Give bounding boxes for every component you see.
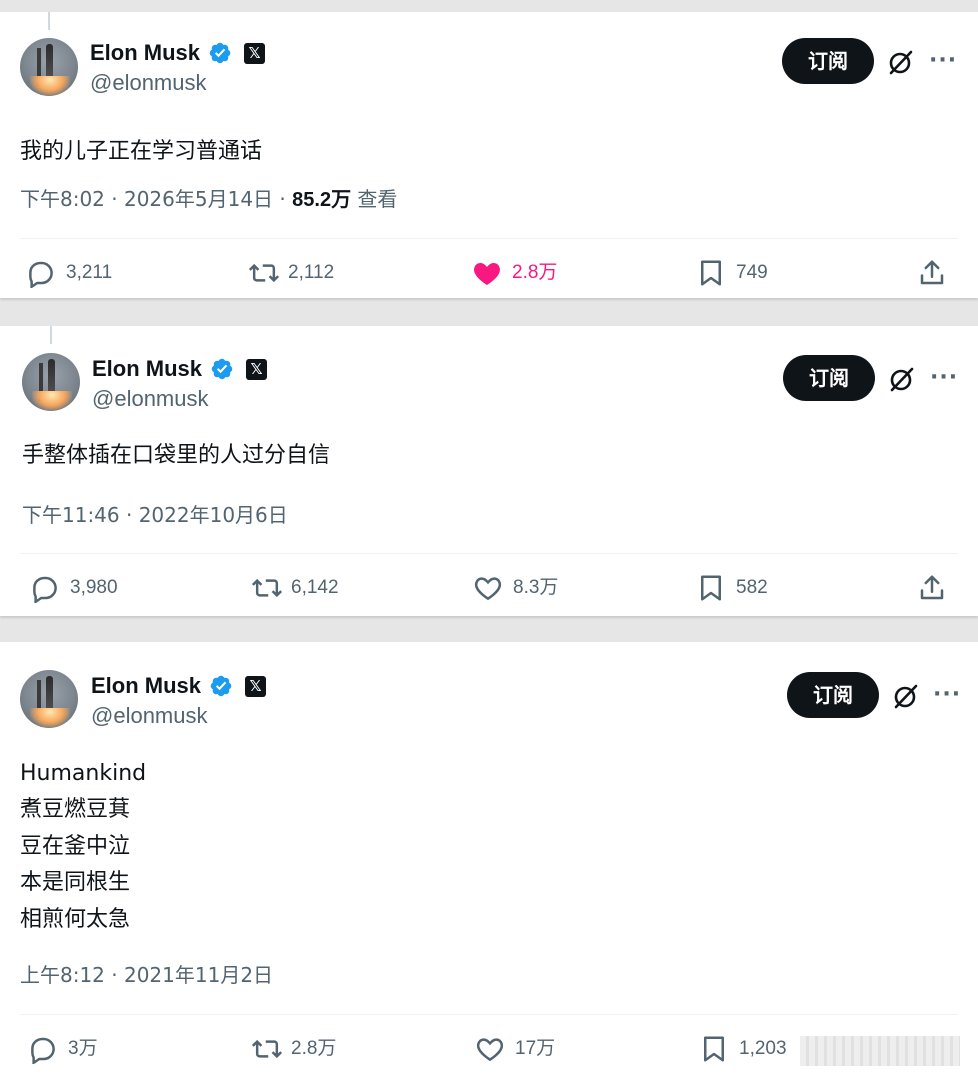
tweet-text: 手整体插在口袋里的人过分自信	[22, 443, 331, 468]
bookmark-button[interactable]: 582	[696, 573, 806, 603]
tweet-text-line: 煮豆燃豆萁	[20, 797, 131, 822]
repost-count: 2.8万	[291, 1038, 337, 1059]
avatar[interactable]	[20, 38, 78, 96]
tweet-time[interactable]: 下午8:02 · 2026年5月14日 ·	[20, 187, 292, 211]
repost-icon	[251, 1039, 283, 1059]
tweet-text-line: Humankind	[20, 761, 147, 786]
avatar[interactable]	[22, 353, 80, 411]
divider	[20, 553, 958, 554]
tweet-text-line: 豆在釜中泣	[20, 834, 131, 859]
verified-badge-icon	[209, 42, 231, 64]
bookmark-count: 1,203	[739, 1038, 787, 1059]
reply-icon	[31, 1037, 55, 1064]
share-icon[interactable]	[917, 573, 947, 603]
repost-button[interactable]: 2.8万	[251, 1034, 361, 1064]
bookmark-button[interactable]: 1,203	[699, 1034, 809, 1064]
heart-icon	[476, 1038, 504, 1062]
reply-button[interactable]: 3,980	[30, 573, 140, 603]
more-icon[interactable]: ···	[933, 684, 961, 706]
verified-badge-icon	[211, 358, 233, 380]
bookmark-icon	[701, 575, 721, 601]
bookmark-count: 749	[736, 262, 768, 283]
reply-count: 3,211	[66, 262, 113, 283]
grok-icon[interactable]	[889, 366, 915, 392]
author-handle[interactable]: @elonmusk	[91, 703, 208, 729]
author-handle[interactable]: @elonmusk	[92, 386, 209, 412]
like-button[interactable]: 17万	[475, 1034, 585, 1064]
repost-icon	[251, 578, 283, 598]
author-handle[interactable]: @elonmusk	[90, 70, 207, 96]
tweet-stack: Elon Musk 𝕏 @elonmusk 订阅 ··· 我的儿子正在学习普通话…	[0, 0, 978, 1081]
watermark-overlay	[800, 1036, 960, 1066]
tweet-meta: 下午11:46 · 2022年10月6日	[22, 502, 288, 528]
reply-count: 3,980	[70, 577, 118, 598]
like-button[interactable]: 2.8万	[472, 258, 582, 288]
thread-line	[48, 12, 50, 30]
author-name[interactable]: Elon Musk	[91, 673, 201, 699]
reply-icon	[33, 576, 57, 603]
like-count: 2.8万	[512, 262, 558, 283]
share-icon[interactable]	[917, 258, 947, 288]
reply-icon	[29, 261, 53, 288]
reply-button[interactable]: 3万	[28, 1034, 138, 1064]
views-label: 查看	[351, 187, 398, 211]
tweet-time[interactable]: 上午8:12 · 2021年11月2日	[20, 963, 273, 987]
tweet-text-line: 相煎何太急	[20, 907, 131, 932]
reply-count: 3万	[68, 1038, 98, 1059]
verified-badge-icon	[210, 675, 232, 697]
bookmark-count: 582	[736, 577, 768, 598]
tweet-text: 我的儿子正在学习普通话	[20, 139, 263, 164]
thread-line	[50, 326, 52, 344]
tweet-meta: 上午8:12 · 2021年11月2日	[20, 962, 273, 988]
subscribe-button[interactable]: 订阅	[787, 672, 879, 718]
x-logo-icon: 𝕏	[245, 676, 266, 697]
divider	[20, 1014, 958, 1015]
tweet-meta: 下午8:02 · 2026年5月14日 · 85.2万 查看	[20, 186, 397, 213]
heart-icon	[474, 577, 502, 601]
like-button[interactable]: 8.3万	[473, 573, 583, 603]
repost-count: 2,112	[288, 262, 335, 283]
tweet-time[interactable]: 下午11:46 · 2022年10月6日	[22, 503, 288, 527]
reply-button[interactable]: 3,211	[26, 258, 136, 288]
subscribe-button[interactable]: 订阅	[783, 355, 875, 401]
bookmark-button[interactable]: 749	[696, 258, 806, 288]
bookmark-icon	[701, 260, 721, 286]
author-name[interactable]: Elon Musk	[90, 40, 200, 66]
repost-count: 6,142	[291, 577, 339, 598]
grok-icon[interactable]	[888, 49, 914, 75]
like-count: 8.3万	[513, 577, 559, 598]
tweet-text-line: 本是同根生	[20, 870, 131, 895]
repost-icon	[248, 263, 280, 283]
bookmark-icon	[704, 1036, 724, 1062]
x-logo-icon: 𝕏	[244, 43, 265, 64]
x-logo-icon: 𝕏	[246, 359, 267, 380]
heart-icon	[474, 263, 500, 285]
view-count: 85.2万	[292, 189, 352, 211]
repost-button[interactable]: 2,112	[248, 258, 358, 288]
author-name[interactable]: Elon Musk	[92, 356, 202, 382]
tweet-card[interactable]: Elon Musk 𝕏 @elonmusk 订阅 ··· Humankind 煮…	[0, 642, 978, 1081]
subscribe-button[interactable]: 订阅	[782, 38, 874, 84]
grok-icon[interactable]	[893, 683, 919, 709]
tweet-card[interactable]: Elon Musk 𝕏 @elonmusk 订阅 ··· 手整体插在口袋里的人过…	[0, 326, 978, 616]
more-icon[interactable]: ···	[929, 50, 957, 72]
avatar[interactable]	[20, 670, 78, 728]
like-count: 17万	[515, 1038, 556, 1059]
tweet-card[interactable]: Elon Musk 𝕏 @elonmusk 订阅 ··· 我的儿子正在学习普通话…	[0, 12, 978, 298]
repost-button[interactable]: 6,142	[251, 573, 361, 603]
more-icon[interactable]: ···	[930, 367, 958, 389]
divider	[20, 238, 958, 239]
